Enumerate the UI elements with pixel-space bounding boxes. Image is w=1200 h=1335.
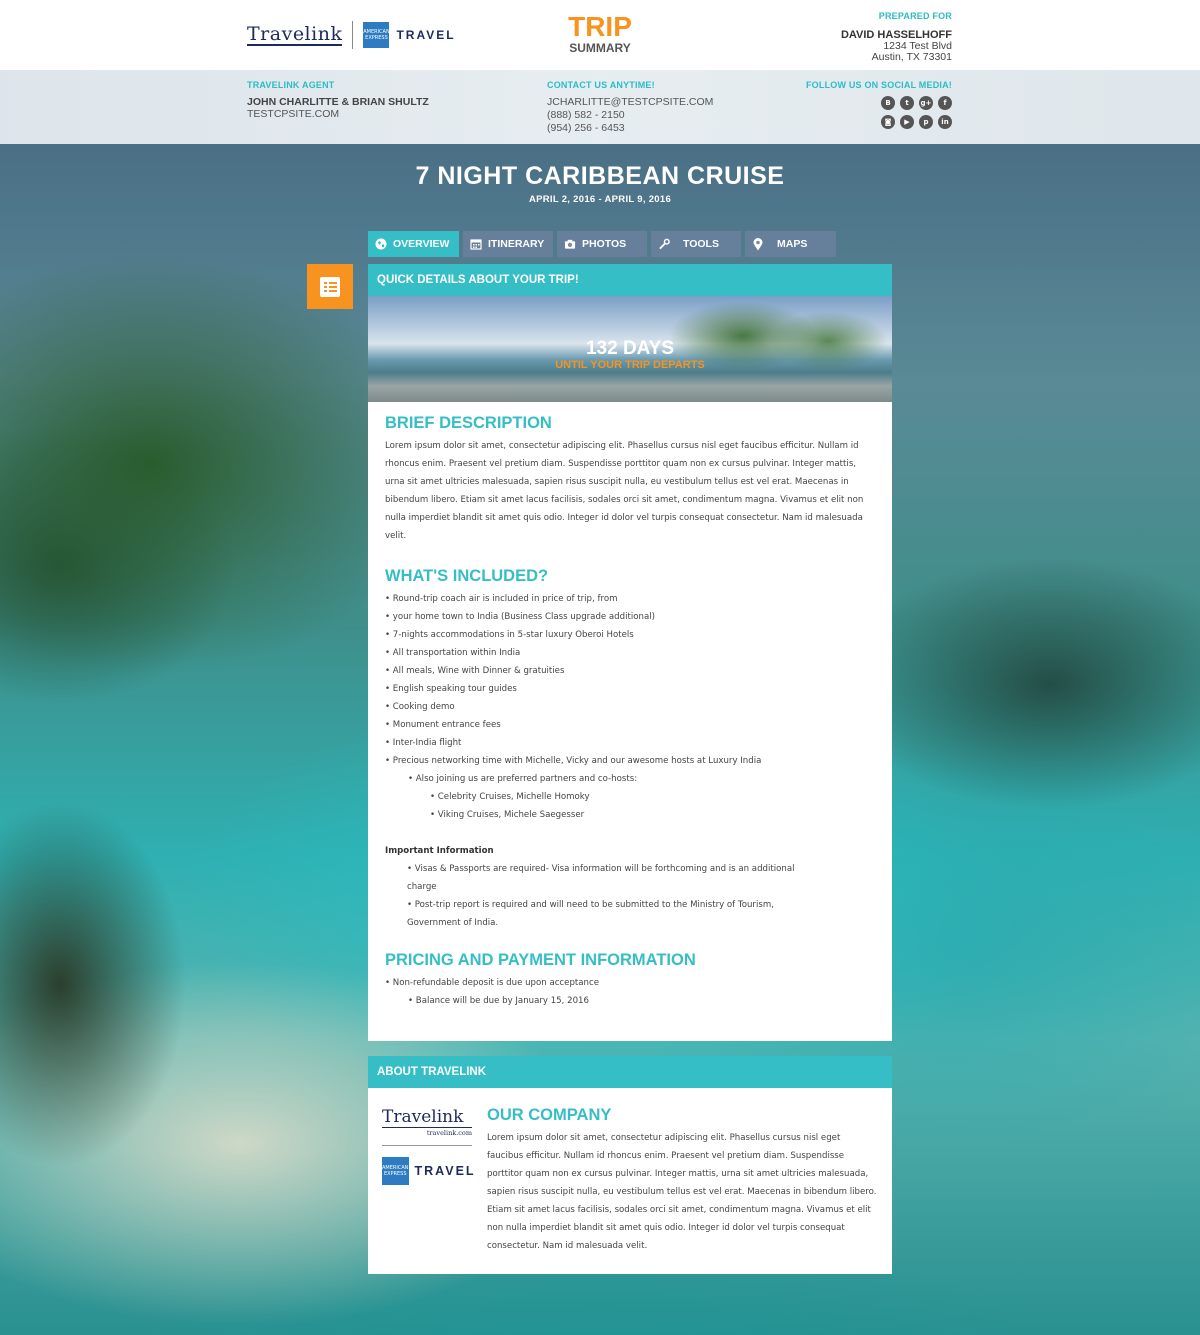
about-card: ABOUT TRAVELINK Travelink travelink.com …	[368, 1056, 892, 1274]
list-item: • Round-trip coach air is included in pr…	[385, 594, 618, 604]
prepared-for: PREPARED FOR DAVID HASSELHOFF 1234 Test …	[841, 11, 952, 63]
contact-band: TRAVELINK AGENT JOHN CHARLITTE & BRIAN S…	[0, 70, 1200, 144]
list-item: • Cooking demo	[385, 702, 455, 712]
tab-itinerary-label: ITINERARY	[488, 238, 545, 250]
list-item: • Monument entrance fees	[385, 720, 501, 730]
contact-email-link[interactable]: JCHARLITTE@TESTCPSITE.COM	[547, 96, 713, 109]
tab-tools[interactable]: TOOLS	[651, 231, 741, 257]
client-address-line2: Austin, TX 73301	[871, 51, 952, 63]
list-item: • Inter-India flight	[385, 738, 462, 748]
about-logo-divider	[382, 1145, 472, 1146]
tab-overview-label: OVERVIEW	[393, 238, 450, 250]
contact-label: CONTACT US ANYTIME!	[547, 80, 655, 90]
youtube-icon[interactable]: ▶	[900, 115, 914, 129]
details-toggle-button[interactable]	[307, 264, 353, 309]
list-item: • Also joining us are preferred partners…	[408, 774, 638, 784]
our-company-text: Lorem ipsum dolor sit amet, consectetur …	[487, 1133, 877, 1251]
about-logos: Travelink travelink.com AMERICAN EXPRESS…	[382, 1107, 474, 1185]
instagram-icon[interactable]: ◙	[881, 115, 895, 129]
about-header: ABOUT TRAVELINK	[368, 1056, 892, 1088]
wrench-icon	[658, 238, 670, 250]
about-travel-label: TRAVEL	[414, 1164, 476, 1178]
list-item: • Visas & Passports are required- Visa i…	[407, 864, 795, 892]
agent-names: JOHN CHARLITTE & BRIAN SHULTZ	[247, 96, 429, 108]
important-info-list: • Visas & Passports are required- Visa i…	[385, 860, 875, 932]
countdown-caption: UNTIL YOUR TRIP DEPARTS	[555, 359, 705, 371]
logo-divider	[352, 21, 354, 49]
globe-icon	[375, 238, 387, 250]
about-amex-logo: AMERICAN EXPRESS TRAVEL	[382, 1157, 474, 1185]
blogger-icon[interactable]: B	[881, 96, 895, 110]
tab-photos-label: PHOTOS	[582, 238, 627, 250]
trip-title: 7 NIGHT CARIBBEAN CRUISE	[415, 162, 785, 190]
linkedin-icon[interactable]: in	[938, 115, 952, 129]
list-item: • 7-nights accommodations in 5-star luxu…	[385, 630, 634, 640]
contact-info: CONTACT US ANYTIME! JCHARLITTE@TESTCPSIT…	[547, 80, 713, 135]
tab-tools-label: TOOLS	[683, 238, 719, 250]
list-item: • Celebrity Cruises, Michelle Homoky	[430, 792, 590, 802]
contact-phone-2[interactable]: (954) 256 - 6453	[547, 122, 713, 135]
brand-travel-label: TRAVEL	[396, 28, 456, 42]
map-pin-icon	[752, 237, 764, 250]
countdown-days: 132 DAYS	[585, 338, 675, 359]
about-content: OUR COMPANY Lorem ipsum dolor sit amet, …	[487, 1106, 879, 1255]
tab-maps[interactable]: MAPS	[745, 231, 836, 257]
tab-photos[interactable]: PHOTOS	[557, 231, 647, 257]
important-info-title: Important Information	[385, 846, 494, 856]
our-company-title: OUR COMPANY	[487, 1106, 612, 1124]
camera-icon	[564, 238, 576, 250]
list-item: • All transportation within India	[385, 648, 521, 658]
list-item: • Viking Cruises, Michele Saegesser	[430, 810, 585, 820]
brief-description-text: Lorem ipsum dolor sit amet, consectetur …	[385, 441, 864, 541]
trip-summary-logo: TRIP SUMMARY	[545, 11, 655, 55]
tab-itinerary[interactable]: ITINERARY	[463, 231, 553, 257]
pricing-list: • Non-refundable deposit is due upon acc…	[385, 974, 875, 1010]
list-item: • English speaking tour guides	[385, 684, 517, 694]
agent-label: TRAVELINK AGENT	[247, 80, 335, 90]
quick-details-card: QUICK DETAILS ABOUT YOUR TRIP! 132 DAYS …	[368, 264, 892, 1041]
tab-bar: OVERVIEW ITINERARY PHOTOS TOOLS MAPS	[368, 231, 836, 257]
trip-word: TRIP	[568, 11, 632, 42]
included-list: • Round-trip coach air is included in pr…	[385, 590, 875, 824]
facebook-icon[interactable]: f	[938, 96, 952, 110]
tab-maps-label: MAPS	[777, 238, 808, 250]
pinterest-icon[interactable]: p	[919, 115, 933, 129]
list-item: • Balance will be due by January 15, 201…	[408, 996, 589, 1006]
agent-site-link[interactable]: TESTCPSITE.COM	[247, 108, 429, 121]
prepared-for-label: PREPARED FOR	[878, 11, 952, 21]
travelink-logo[interactable]: Travelink AMERICAN EXPRESS TRAVEL	[247, 20, 456, 50]
tab-overview[interactable]: OVERVIEW	[368, 231, 459, 257]
pricing-title: PRICING AND PAYMENT INFORMATION	[385, 951, 696, 969]
trip-dates: APRIL 2, 2016 - APRIL 9, 2016	[528, 194, 672, 205]
included-title: WHAT'S INCLUDED?	[385, 567, 549, 585]
about-brand-sub: travelink.com	[382, 1127, 472, 1137]
list-item: • your home town to India (Business Clas…	[385, 612, 655, 622]
agent-info: TRAVELINK AGENT JOHN CHARLITTE & BRIAN S…	[247, 80, 429, 121]
summary-word: SUMMARY	[569, 41, 631, 55]
google-plus-icon[interactable]: g+	[919, 96, 933, 110]
quick-details-header: QUICK DETAILS ABOUT YOUR TRIP!	[368, 264, 892, 296]
countdown-banner: 132 DAYS UNTIL YOUR TRIP DEPARTS	[368, 296, 892, 402]
social-icons: B t g+ f ◙ ▶ p in	[806, 96, 952, 129]
amex-logo-icon: AMERICAN EXPRESS	[363, 22, 390, 48]
list-item: • All meals, Wine with Dinner & gratuiti…	[385, 666, 565, 676]
twitter-icon[interactable]: t	[900, 96, 914, 110]
calendar-icon	[470, 238, 482, 250]
social-media: FOLLOW US ON SOCIAL MEDIA! B t g+ f ◙ ▶ …	[806, 80, 952, 129]
about-brand-name: Travelink	[382, 1107, 464, 1127]
list-item: • Precious networking time with Michelle…	[385, 756, 762, 766]
brand-name: Travelink	[247, 23, 343, 46]
amex-logo-icon: AMERICAN EXPRESS	[382, 1157, 409, 1185]
top-header: Travelink AMERICAN EXPRESS TRAVEL TRIP S…	[0, 0, 1200, 70]
list-icon	[320, 276, 340, 297]
contact-phone-1[interactable]: (888) 582 - 2150	[547, 109, 713, 122]
brief-description-title: BRIEF DESCRIPTION	[385, 414, 552, 432]
list-item: • Post-trip report is required and will …	[407, 900, 774, 928]
list-item: • Non-refundable deposit is due upon acc…	[385, 978, 599, 988]
social-label: FOLLOW US ON SOCIAL MEDIA!	[805, 80, 952, 90]
